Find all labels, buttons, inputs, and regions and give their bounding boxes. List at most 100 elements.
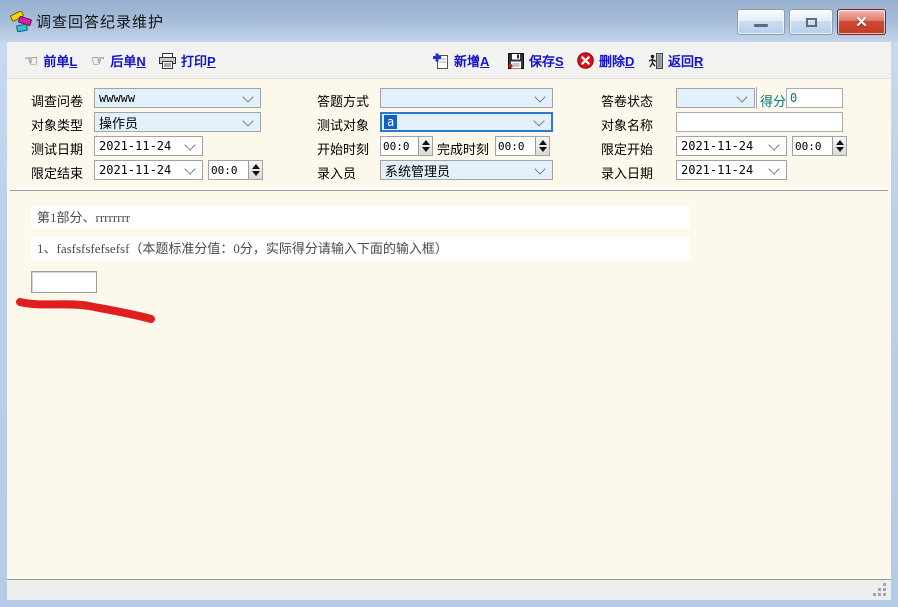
add-accel: A — [480, 54, 489, 69]
object-type-combo-value: 操作员 — [99, 113, 138, 132]
test-object-selected-value: a — [384, 115, 397, 129]
finish-time-label: 完成时刻 — [437, 139, 489, 158]
form-content-separator-line — [10, 190, 888, 191]
chevron-down-icon — [242, 115, 253, 126]
test-date-combo[interactable]: 2021-11-24 — [94, 136, 203, 156]
back-accel: R — [694, 54, 703, 69]
back-label: 返回 — [668, 54, 694, 69]
chevron-down-icon — [242, 91, 253, 102]
next-label: 后单 — [110, 54, 136, 69]
start-time-spinner[interactable]: 00:0 — [380, 136, 433, 156]
spinner-up-icon[interactable] — [422, 140, 430, 145]
exit-door-icon — [647, 53, 663, 69]
title-bar: 调查回答纪录维护 ✕ — [0, 0, 898, 42]
recorder-combo[interactable]: 系统管理员 — [380, 160, 553, 180]
delete-button[interactable]: 删除D — [577, 50, 634, 71]
test-date-combo-value: 2021-11-24 — [99, 139, 171, 153]
object-type-label: 对象类型 — [31, 115, 83, 134]
hand-left-icon: ☜ — [24, 53, 38, 69]
print-label: 打印 — [181, 54, 207, 69]
limit-start-time-value: 00:0 — [793, 137, 832, 155]
spinner-down-icon[interactable] — [252, 171, 260, 176]
test-object-combo[interactable]: a — [380, 112, 553, 132]
printer-icon — [159, 53, 176, 69]
spinner-buttons[interactable] — [535, 137, 549, 155]
limit-end-label: 限定结束 — [31, 163, 83, 182]
record-date-label: 录入日期 — [601, 163, 653, 182]
client-area: ☜ 前单L ☞ 后单N 打印P — [7, 42, 891, 600]
minimize-button[interactable] — [737, 9, 785, 35]
answer-mode-combo[interactable] — [380, 88, 553, 108]
sheet-status-combo[interactable] — [676, 88, 755, 108]
print-accel: P — [207, 54, 216, 69]
prev-accel: L — [69, 54, 77, 69]
spinner-buttons[interactable] — [418, 137, 432, 155]
minimize-icon — [754, 24, 768, 27]
survey-combo-value: wwwww — [99, 91, 135, 105]
recorder-combo-value: 系统管理员 — [385, 161, 450, 180]
limit-start-time-spinner[interactable]: 00:0 — [792, 136, 847, 156]
maximize-button[interactable] — [789, 9, 833, 35]
spinner-down-icon[interactable] — [539, 147, 547, 152]
record-date-combo[interactable]: 2021-11-24 — [676, 160, 787, 180]
spinner-up-icon[interactable] — [836, 140, 844, 145]
save-button[interactable]: 保存S — [508, 50, 564, 71]
chevron-down-icon — [534, 91, 545, 102]
prev-label: 前单 — [43, 54, 69, 69]
next-accel: N — [136, 54, 145, 69]
spinner-buttons[interactable] — [832, 137, 846, 155]
section-title-row: 第1部分、rrrrrrrr — [31, 206, 690, 229]
next-record-button[interactable]: ☞ 后单N — [91, 50, 146, 71]
save-label: 保存 — [529, 54, 555, 69]
test-date-label: 测试日期 — [31, 139, 83, 158]
add-label: 新增 — [454, 54, 480, 69]
survey-combo[interactable]: wwwww — [94, 88, 261, 108]
finish-time-spinner[interactable]: 00:0 — [495, 136, 550, 156]
document-plus-icon — [433, 53, 449, 69]
prev-record-button[interactable]: ☜ 前单L — [24, 50, 77, 71]
limit-end-date-value: 2021-11-24 — [99, 163, 171, 177]
field-divider — [756, 87, 757, 109]
spinner-down-icon[interactable] — [836, 147, 844, 152]
record-date-combo-value: 2021-11-24 — [681, 163, 753, 177]
print-button[interactable]: 打印P — [159, 50, 216, 71]
score-input[interactable] — [786, 88, 843, 108]
limit-start-label: 限定开始 — [601, 139, 653, 158]
chevron-down-icon — [736, 91, 747, 102]
object-type-combo[interactable]: 操作员 — [94, 112, 261, 132]
window-title: 调查回答纪录维护 — [36, 11, 164, 32]
limit-start-date-combo[interactable]: 2021-11-24 — [676, 136, 787, 156]
object-name-input[interactable] — [676, 112, 843, 132]
back-button[interactable]: 返回R — [647, 50, 703, 71]
resize-grip[interactable] — [873, 583, 887, 597]
toolbar: ☜ 前单L ☞ 后单N 打印P — [7, 42, 891, 79]
chevron-down-icon — [534, 163, 545, 174]
limit-end-date-combo[interactable]: 2021-11-24 — [94, 160, 203, 180]
chevron-down-icon — [768, 163, 779, 174]
delete-accel: D — [625, 54, 634, 69]
recorder-label: 录入员 — [317, 163, 356, 182]
spinner-buttons[interactable] — [248, 161, 262, 179]
spinner-up-icon[interactable] — [539, 140, 547, 145]
spinner-down-icon[interactable] — [422, 147, 430, 152]
close-button[interactable]: ✕ — [837, 9, 886, 35]
status-bar — [7, 579, 891, 600]
spinner-up-icon[interactable] — [252, 164, 260, 169]
add-button[interactable]: 新增A — [433, 50, 489, 71]
sheet-status-label: 答卷状态 — [601, 91, 653, 110]
limit-end-time-spinner[interactable]: 00:0 — [208, 160, 263, 180]
survey-label: 调查问卷 — [31, 91, 83, 110]
delete-label: 删除 — [599, 54, 625, 69]
red-x-circle-icon — [577, 52, 594, 69]
chevron-down-icon — [184, 139, 195, 150]
app-icon — [10, 11, 32, 33]
score-label: 得分 — [760, 91, 786, 110]
start-time-value: 00:0 — [381, 137, 418, 155]
chevron-down-icon — [184, 163, 195, 174]
start-time-label: 开始时刻 — [317, 139, 369, 158]
question-row: 1、fasfsfsfefsefsf（本题标准分值：0分，实际得分请输入下面的输入… — [31, 237, 690, 260]
chevron-down-icon — [533, 115, 544, 126]
red-scribble-annotation — [15, 294, 160, 326]
limit-start-date-value: 2021-11-24 — [681, 139, 753, 153]
answer-input[interactable] — [31, 271, 97, 293]
